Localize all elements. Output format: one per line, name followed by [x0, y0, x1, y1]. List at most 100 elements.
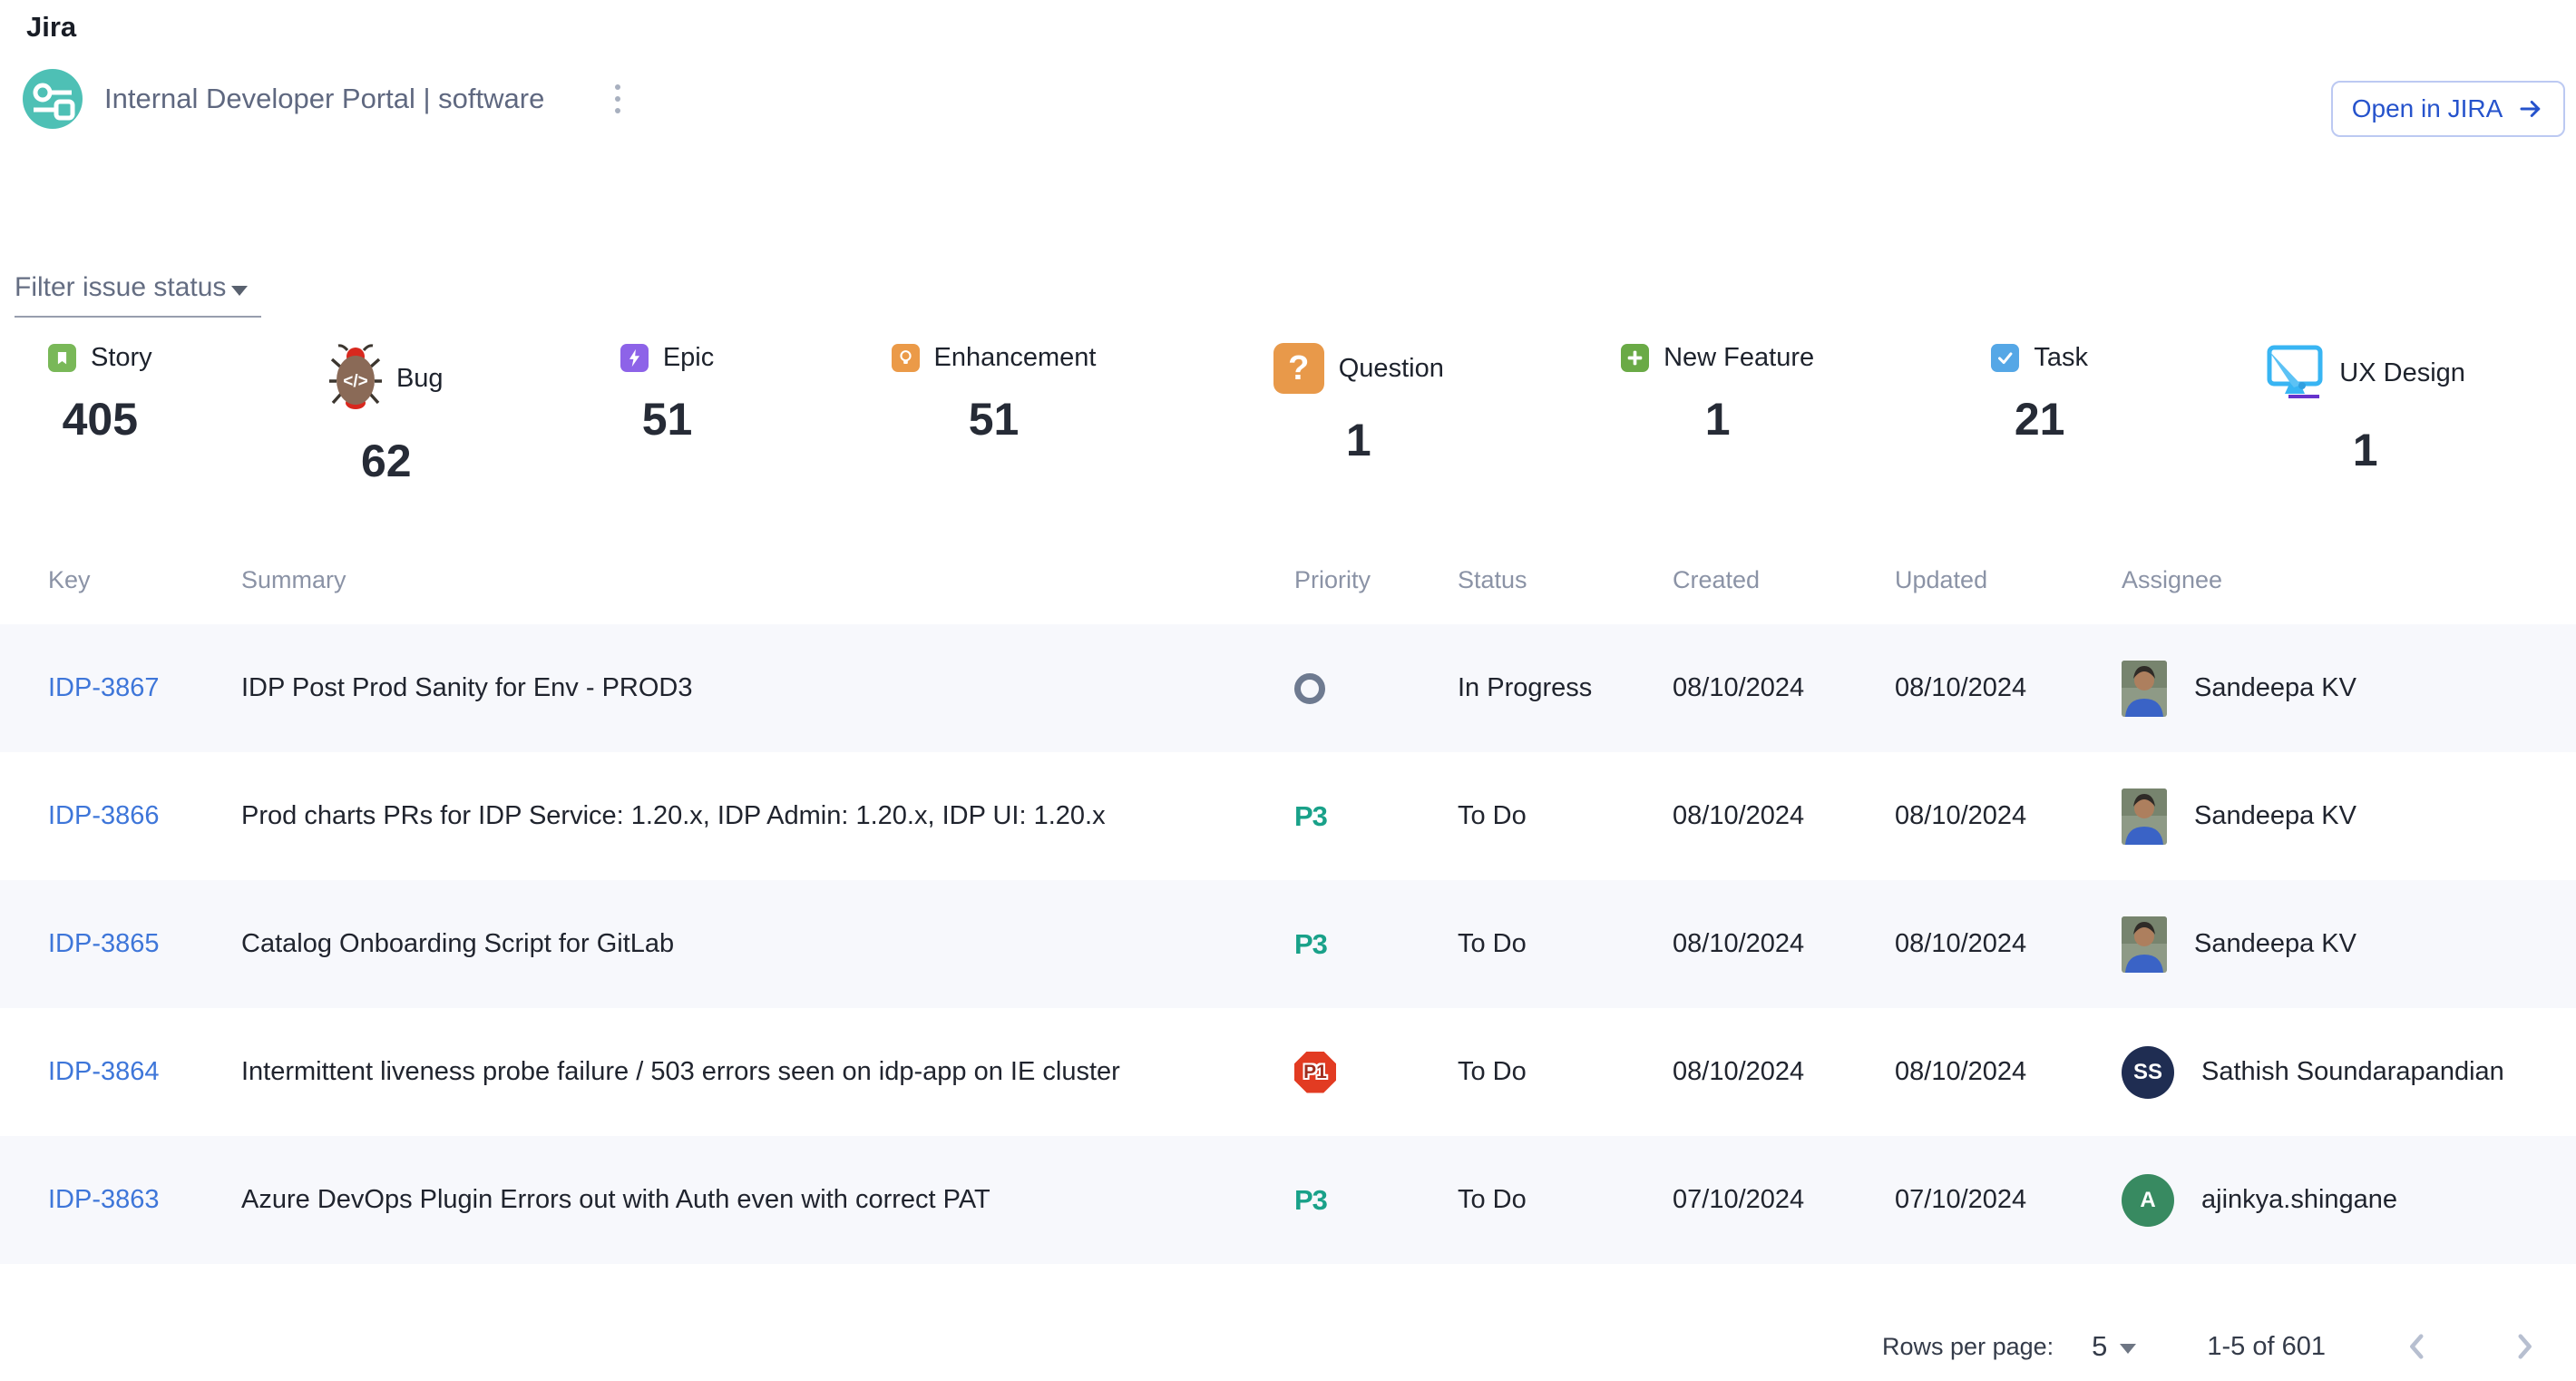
filter-underline	[15, 316, 261, 318]
rows-per-page-select[interactable]: 5	[2092, 1330, 2136, 1363]
ux-design-count: 1	[2353, 424, 2378, 476]
issue-status: To Do	[1458, 1057, 1673, 1087]
priority-p3-badge: P3	[1294, 800, 1327, 833]
issue-summary: Intermittent liveness probe failure / 50…	[241, 1057, 1294, 1087]
issue-updated-date: 08/10/2024	[1895, 801, 2122, 831]
column-header-updated: Updated	[1895, 566, 2122, 594]
column-header-priority: Priority	[1294, 566, 1458, 594]
issue-created-date: 08/10/2024	[1673, 929, 1895, 959]
assignee-avatar-initials: SS	[2122, 1046, 2174, 1099]
column-header-summary: Summary	[241, 566, 1294, 594]
stat-epic[interactable]: Epic 51	[620, 343, 714, 446]
issue-created-date: 08/10/2024	[1673, 1057, 1895, 1087]
table-row: IDP-3865 Catalog Onboarding Script for G…	[0, 880, 2576, 1008]
assignee-avatar-photo	[2122, 661, 2167, 717]
issue-key-link[interactable]: IDP-3863	[48, 1185, 160, 1214]
pagination-bar: Rows per page: 5 1-5 of 601	[1882, 1317, 2540, 1376]
assignee-name: Sandeepa KV	[2194, 929, 2356, 959]
priority-none-icon	[1294, 673, 1325, 704]
issue-summary: Catalog Onboarding Script for GitLab	[241, 929, 1294, 959]
stat-task[interactable]: Task 21	[1991, 343, 2088, 446]
next-page-button[interactable]	[2509, 1331, 2540, 1362]
issue-status: To Do	[1458, 801, 1673, 831]
assignee-avatar-photo	[2122, 788, 2167, 845]
chevron-left-icon	[2402, 1331, 2433, 1362]
question-mark-icon: ?	[1273, 343, 1324, 394]
open-in-jira-label: Open in JIRA	[2352, 94, 2503, 123]
stat-ux-design[interactable]: UX Design 1	[2265, 343, 2465, 476]
stat-enhancement[interactable]: Enhancement 51	[892, 343, 1097, 446]
rows-per-page-label: Rows per page:	[1882, 1333, 2054, 1361]
issue-summary: IDP Post Prod Sanity for Env - PROD3	[241, 673, 1294, 703]
stat-question[interactable]: ? Question 1	[1273, 343, 1444, 466]
issue-created-date: 08/10/2024	[1673, 673, 1895, 703]
table-body: IDP-3867 IDP Post Prod Sanity for Env - …	[0, 624, 2576, 1264]
column-header-created: Created	[1673, 566, 1895, 594]
table-row: IDP-3866 Prod charts PRs for IDP Service…	[0, 752, 2576, 880]
column-header-assignee: Assignee	[2122, 566, 2576, 594]
filter-label: Filter issue status	[15, 272, 226, 303]
assignee-name: ajinkya.shingane	[2201, 1185, 2397, 1215]
priority-p3-badge: P3	[1294, 1184, 1327, 1217]
table-row: IDP-3867 IDP Post Prod Sanity for Env - …	[0, 624, 2576, 752]
issue-summary: Azure DevOps Plugin Errors out with Auth…	[241, 1185, 1294, 1215]
issue-key-link[interactable]: IDP-3867	[48, 673, 160, 702]
stat-bug[interactable]: </> Bug 62	[329, 343, 444, 487]
open-in-jira-button[interactable]: Open in JIRA	[2331, 81, 2565, 137]
priority-p3-badge: P3	[1294, 928, 1327, 961]
assignee-name: Sathish Soundarapandian	[2201, 1057, 2504, 1087]
arrow-right-icon	[2517, 95, 2544, 122]
issue-status: To Do	[1458, 929, 1673, 959]
issue-type-stats: Story 405 </> Bug 62 Epic	[48, 343, 2465, 487]
page-title: Jira	[26, 11, 76, 44]
svg-text:</>: </>	[343, 372, 367, 391]
rows-per-page-value: 5	[2092, 1330, 2107, 1363]
chevron-down-icon	[2120, 1344, 2136, 1354]
task-count: 21	[2015, 393, 2065, 446]
column-header-status: Status	[1458, 566, 1673, 594]
issue-status: To Do	[1458, 1185, 1673, 1215]
assignee-avatar-photo	[2122, 916, 2167, 973]
column-header-key: Key	[48, 566, 241, 594]
bug-count: 62	[361, 435, 412, 487]
issue-updated-date: 08/10/2024	[1895, 673, 2122, 703]
issue-key-link[interactable]: IDP-3865	[48, 929, 160, 958]
table-row: IDP-3863 Azure DevOps Plugin Errors out …	[0, 1136, 2576, 1264]
new-feature-plus-icon	[1621, 344, 1649, 372]
table-row: IDP-3864 Intermittent liveness probe fai…	[0, 1008, 2576, 1136]
question-count: 1	[1346, 414, 1371, 466]
stat-new-feature[interactable]: New Feature 1	[1621, 343, 1814, 446]
issue-updated-date: 08/10/2024	[1895, 929, 2122, 959]
issue-status: In Progress	[1458, 673, 1673, 703]
issue-updated-date: 08/10/2024	[1895, 1057, 2122, 1087]
pagination-range: 1-5 of 601	[2207, 1332, 2326, 1362]
stat-story[interactable]: Story 405	[48, 343, 152, 446]
chevron-right-icon	[2509, 1331, 2540, 1362]
issue-updated-date: 07/10/2024	[1895, 1185, 2122, 1215]
previous-page-button[interactable]	[2402, 1331, 2433, 1362]
issue-key-link[interactable]: IDP-3866	[48, 801, 160, 830]
task-check-icon	[1991, 344, 2019, 372]
issue-created-date: 08/10/2024	[1673, 801, 1895, 831]
ux-design-monitor-icon	[2265, 343, 2325, 404]
bug-icon: </>	[329, 343, 382, 415]
issue-created-date: 07/10/2024	[1673, 1185, 1895, 1215]
table-header: Key Summary Priority Status Created Upda…	[0, 535, 2576, 624]
jira-project-icon	[23, 69, 83, 129]
filter-issue-status-dropdown[interactable]: Filter issue status	[15, 272, 261, 318]
issue-summary: Prod charts PRs for IDP Service: 1.20.x,…	[241, 801, 1294, 831]
kebab-menu-icon[interactable]	[610, 79, 626, 119]
epic-bolt-icon	[620, 344, 649, 372]
assignee-name: Sandeepa KV	[2194, 801, 2356, 831]
epic-count: 51	[642, 393, 693, 446]
enhancement-count: 51	[969, 393, 1020, 446]
assignee-name: Sandeepa KV	[2194, 673, 2356, 703]
chevron-down-icon	[231, 286, 248, 296]
issues-table: Key Summary Priority Status Created Upda…	[0, 535, 2576, 1264]
assignee-avatar-initials: A	[2122, 1174, 2174, 1227]
enhancement-bulb-icon	[892, 344, 920, 372]
priority-p1-badge: P1	[1294, 1052, 1336, 1093]
story-bookmark-icon	[48, 344, 76, 372]
story-count: 405	[63, 393, 138, 446]
issue-key-link[interactable]: IDP-3864	[48, 1057, 160, 1086]
